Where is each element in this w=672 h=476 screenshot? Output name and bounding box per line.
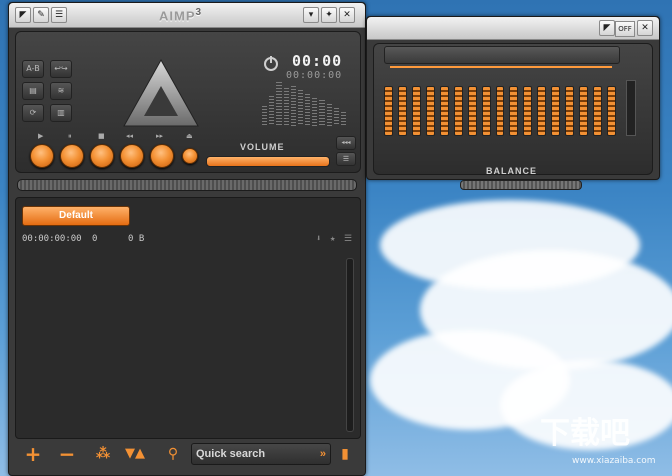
playlist-size: 0 B [128,234,145,244]
menu-list-icon[interactable]: ☰ [344,234,352,244]
stop-label: ■ [98,132,105,140]
equalizer-panel: BALANCE [373,43,653,190]
remove-button[interactable]: − [55,443,79,465]
equalizer-toggle-button[interactable]: ≋ [50,82,72,100]
pin-button[interactable]: ✦ [321,7,337,23]
pause-button[interactable] [60,144,84,168]
eject-label: ⏏ [186,132,193,140]
playlist-panel: Default 00:00:00:00 0 0 B ⬇ ★ ☰ [15,197,361,439]
select-icon[interactable]: ⁂ [91,443,115,465]
time-display: 00:00 00:00:00 [252,52,356,128]
list-button[interactable]: ☰ [336,152,356,166]
eq-menu-icon[interactable]: ◤ [599,20,615,36]
menu-icon[interactable]: ◤ [15,7,31,23]
quick-search-placeholder: Quick search [196,448,266,460]
play-button[interactable] [30,144,54,168]
visualization-button[interactable]: ▥ [50,104,72,122]
next-label: ▸▸ [156,132,164,140]
watermark-text: 下载吧 [540,416,630,451]
aimp-logo [118,54,204,132]
play-label: ▶ [38,132,44,140]
preamp-slider[interactable] [626,80,636,136]
next-button[interactable] [150,144,174,168]
previous-button[interactable] [120,144,144,168]
volume-slider[interactable] [206,156,330,167]
eq-close-button[interactable]: ✕ [637,20,653,36]
skin-icon[interactable]: ☰ [51,7,67,23]
repeat-button[interactable]: ⟳ [22,104,44,122]
eq-preset-display[interactable] [384,46,620,64]
eq-curve-line [390,66,612,68]
balance-slider[interactable] [460,180,582,190]
close-button[interactable]: ✕ [339,7,355,23]
stop-button[interactable] [90,144,114,168]
main-player-window: ◤ ✎ ☰ AIMP3 ▾ ✦ ✕ A-B ↩↪ ▤ ≋ ⟳ ▥ 00:00 0… [8,2,366,476]
favorite-icon[interactable]: ★ [330,234,335,244]
balance-label: BALANCE [486,166,537,176]
power-icon[interactable] [262,54,280,72]
bottom-toolbar: + − ⁂ ▼▲ ⚲ Quick search » ▮ [15,439,359,469]
playlist-file-icon[interactable]: ▮ [333,443,357,465]
playlist-count: 0 [92,234,98,244]
playlist-toggle-button[interactable]: ▤ [22,82,44,100]
volume-label: VOLUME [240,142,285,152]
ab-repeat-button[interactable]: A-B [22,60,44,78]
minimize-button[interactable]: ▾ [303,7,319,23]
playlist-scrollbar[interactable] [346,258,354,432]
seek-bar[interactable] [17,179,357,191]
eq-band-sliders[interactable] [384,86,616,136]
app-title: AIMP3 [159,7,203,24]
playlist-duration: 00:00:00:00 [22,234,82,244]
search-go-icon[interactable]: » [320,444,326,464]
playlist-tab-default[interactable]: Default [22,206,130,226]
add-button[interactable]: + [21,443,45,465]
equalizer-window: ◤ OFF ✕ BALANCE [366,16,660,190]
eq-off-button[interactable]: OFF [615,21,635,37]
mute-button[interactable]: ◂◂◂ [336,136,356,150]
sort-arrows-icon[interactable]: ▼▲ [123,443,147,465]
watermark-url: www.xiazaiba.com [572,456,656,466]
pause-label: ⏸ [68,132,72,140]
shuffle-button[interactable]: ↩↪ [50,60,72,78]
player-panel: A-B ↩↪ ▤ ≋ ⟳ ▥ 00:00 00:00:00 ▶ ⏸ ■ ◂◂ ▸… [15,31,361,173]
wrench-icon[interactable]: ✎ [33,7,49,23]
equalizer-title-bar[interactable]: ◤ OFF ✕ [367,17,659,40]
open-file-button[interactable] [182,148,198,164]
prev-label: ◂◂ [126,132,134,140]
title-bar[interactable]: ◤ ✎ ☰ AIMP3 ▾ ✦ ✕ [9,3,365,28]
sort-icon[interactable]: ⬇ [316,234,321,244]
total-time: 00:00:00 [286,70,343,81]
search-icon[interactable]: ⚲ [161,443,185,465]
quick-search-input[interactable]: Quick search » [191,443,331,465]
elapsed-time[interactable]: 00:00 [292,52,342,70]
aimp-logo-icon [123,58,199,127]
spectrum-analyzer [262,82,347,126]
